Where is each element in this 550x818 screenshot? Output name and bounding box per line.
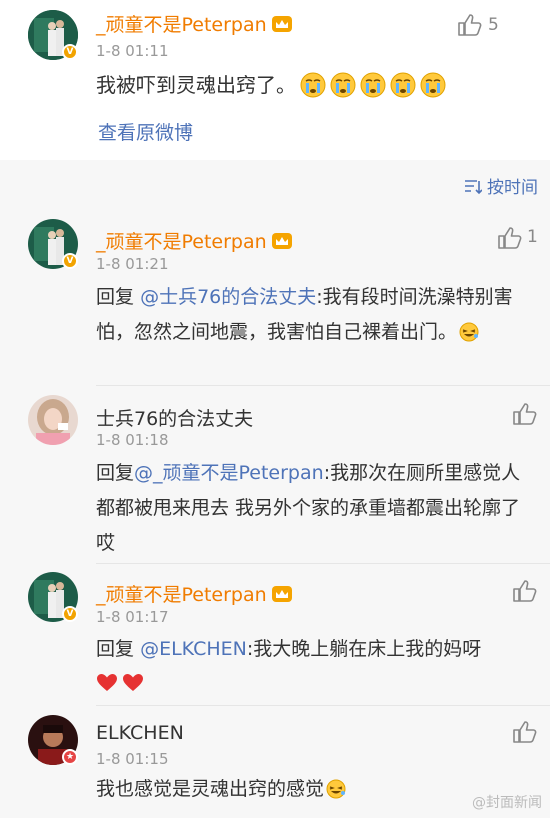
watermark: @封面新闻 — [472, 795, 542, 811]
comment-time: 1-8 01:18 — [96, 431, 169, 449]
comment-time: 1-8 01:11 — [96, 42, 169, 60]
verified-badge-icon: V — [62, 253, 78, 269]
reply-prefix: 回复 — [96, 638, 135, 660]
comment-text: 我也感觉是灵魂出窍的感觉 — [96, 772, 526, 807]
comment-time: 1-8 01:17 — [96, 608, 169, 626]
comment-text: 回复 @ELKCHEN:我大晚上躺在床上我的妈呀 — [96, 632, 526, 702]
divider — [96, 705, 550, 706]
like-count: 1 — [527, 227, 538, 247]
crown-icon — [271, 233, 292, 249]
reply-prefix: 回复 — [96, 462, 135, 484]
crying-emoji-icon — [300, 72, 326, 98]
crying-emoji-icon — [420, 72, 446, 98]
divider — [96, 385, 550, 386]
like-count: 5 — [488, 15, 499, 35]
mention-link[interactable]: @_顽童不是Peterpan — [134, 462, 324, 484]
heart-icon — [123, 674, 143, 691]
avatar[interactable] — [28, 395, 78, 445]
thumbs-up-icon[interactable] — [512, 720, 538, 744]
comment-text: 我被吓到灵魂出窍了。 — [96, 68, 526, 103]
comment-time: 1-8 01:15 — [96, 750, 169, 768]
sort-icon — [464, 180, 483, 195]
laughing-emoji-icon — [459, 322, 479, 342]
crown-icon — [271, 586, 292, 602]
crying-emoji-icon — [390, 72, 416, 98]
crown-icon — [271, 16, 292, 32]
crying-emoji-icon — [360, 72, 386, 98]
thumbs-up-icon[interactable] — [497, 226, 523, 250]
username[interactable]: _顽童不是Peterpan — [96, 580, 293, 607]
reply-prefix: 回复 — [96, 286, 135, 308]
sort-by-time-button[interactable]: 按时间 — [464, 173, 538, 198]
username[interactable]: 士兵76的合法丈夫 — [96, 404, 253, 431]
mention-link[interactable]: @士兵76的合法丈夫 — [140, 286, 316, 308]
thumbs-up-icon[interactable] — [512, 402, 538, 426]
comment-text-content: :我大晚上躺在床上我的妈呀 — [246, 638, 482, 660]
laughing-emoji-icon — [326, 779, 346, 799]
view-original-link[interactable]: 查看原微博 — [98, 118, 193, 145]
username[interactable]: ELKCHEN — [96, 722, 184, 744]
comment-text-content: 我被吓到灵魂出窍了。 — [96, 73, 296, 97]
heart-icon — [97, 674, 117, 691]
thumbs-up-icon[interactable] — [457, 13, 483, 37]
member-badge-icon: ★ — [62, 749, 78, 765]
divider — [96, 563, 550, 564]
comment-text: 回复@_顽童不是Peterpan:我那次在厕所里感觉人都都被甩来甩去 我另外个家… — [96, 456, 526, 561]
comment-text-content: 我也感觉是灵魂出窍的感觉 — [96, 778, 325, 800]
username[interactable]: _顽童不是Peterpan — [96, 10, 293, 37]
comment-text: 回复 @士兵76的合法丈夫:我有段时间洗澡特别害怕，忽然之间地震，我害怕自己裸着… — [96, 280, 526, 350]
username[interactable]: _顽童不是Peterpan — [96, 227, 293, 254]
crying-emoji-icon — [330, 72, 356, 98]
thumbs-up-icon[interactable] — [512, 579, 538, 603]
comment-time: 1-8 01:21 — [96, 255, 169, 273]
sort-label: 按时间 — [487, 178, 538, 198]
verified-badge-icon: V — [62, 44, 78, 60]
verified-badge-icon: V — [62, 606, 78, 622]
top-comment: V _顽童不是Peterpan 1-8 01:11 我被吓到灵魂出窍了。 查看原… — [0, 0, 550, 160]
mention-link[interactable]: @ELKCHEN — [140, 638, 247, 660]
